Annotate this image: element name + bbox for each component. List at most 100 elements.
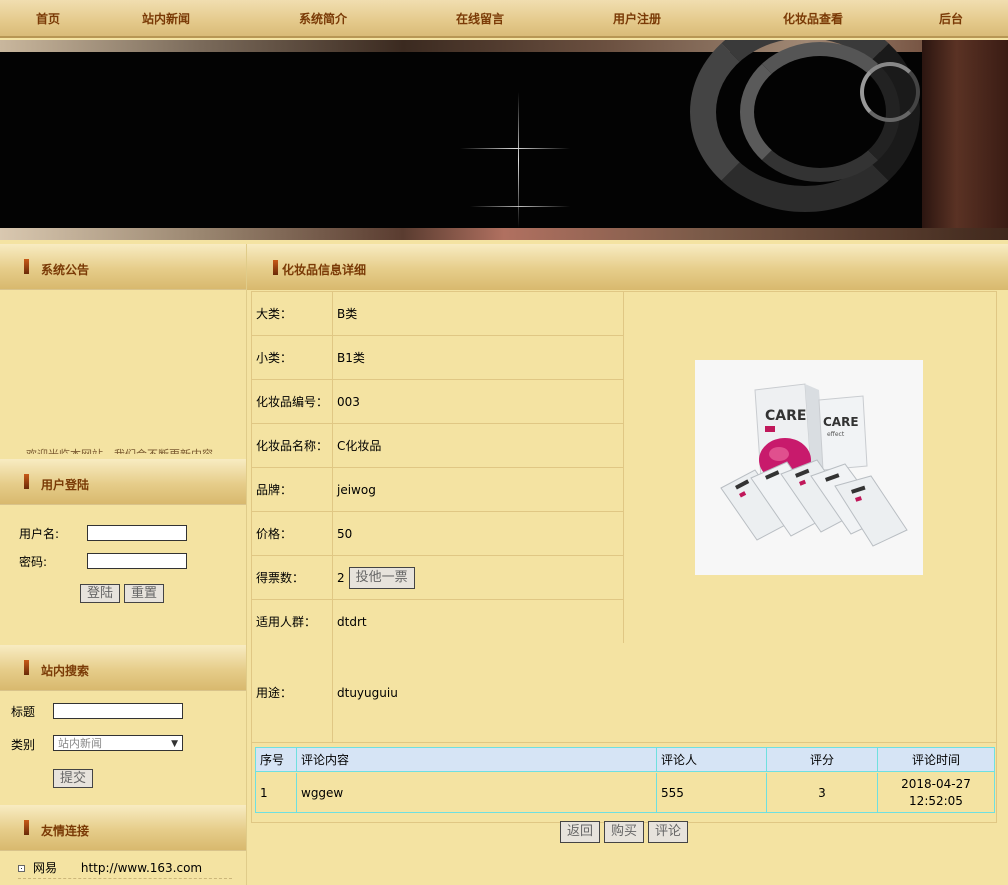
nav-about[interactable]: 系统简介 — [299, 10, 347, 27]
link-divider — [18, 878, 232, 879]
top-nav: 首页 站内新闻 系统简介 在线留言 用户注册 化妆品查看 后台 — [0, 0, 1008, 38]
vote-count: 2 — [337, 570, 345, 585]
links-bar-icon — [24, 820, 29, 835]
friend-link-item[interactable]: 网易 http://www.163.com — [18, 859, 232, 879]
nav-news[interactable]: 站内新闻 — [142, 10, 190, 27]
column-header: 评论人 — [657, 748, 767, 771]
login-bar-icon — [24, 474, 29, 489]
field-value: B类 — [337, 307, 358, 321]
search-input[interactable] — [53, 703, 183, 719]
notice-bar-icon — [24, 259, 29, 274]
column-header: 评论内容 — [297, 748, 657, 771]
field-label: 适用人群： — [252, 600, 333, 643]
login-button[interactable]: 登陆 — [80, 584, 120, 603]
detail-column-divider — [623, 292, 624, 643]
detail-row-votes: 得票数： 2 投他一票 — [252, 556, 624, 600]
field-label: 化妆品编号： — [252, 380, 333, 423]
notice-header: 系统公告 — [0, 244, 246, 290]
detail-row-price: 价格： 50 — [252, 512, 624, 556]
detail-row-category: 大类： B类 — [252, 292, 624, 336]
nav-home[interactable]: 首页 — [36, 10, 60, 27]
login-header: 用户登陆 — [0, 459, 246, 505]
comment-button[interactable]: 评论 — [648, 821, 688, 843]
login-title: 用户登陆 — [41, 478, 90, 492]
banner-right-panel — [922, 40, 1008, 240]
banner-screen — [0, 40, 922, 228]
banner-light-flare-2 — [470, 206, 570, 207]
comments-table: 序号 评论内容 评论人 评分 评论时间 1 wggew 555 3 2018-0… — [255, 747, 995, 813]
detail-row-code: 化妆品编号： 003 — [252, 380, 624, 424]
chevron-down-icon: ▼ — [171, 739, 178, 749]
field-label: 价格： — [252, 512, 333, 555]
notice-marquee: 欢迎光临本网站，我们会不断更新内容 — [26, 446, 226, 454]
comment-content: wggew — [297, 773, 657, 813]
notice-title: 系统公告 — [41, 263, 90, 277]
category-select[interactable]: 站内新闻 ▼ — [53, 735, 183, 751]
search-title: 站内搜索 — [41, 664, 90, 678]
nav-admin[interactable]: 后台 — [939, 10, 963, 27]
search-category-label: 类别 — [11, 738, 36, 752]
field-value: 50 — [337, 526, 353, 541]
username-input[interactable] — [87, 525, 187, 541]
field-value: jeiwog — [337, 482, 376, 497]
banner-light-flare-vertical — [518, 92, 519, 228]
detail-header: 化妆品信息详细 — [247, 244, 1008, 290]
password-input[interactable] — [87, 553, 187, 569]
buy-button[interactable]: 购买 — [604, 821, 644, 843]
nav-cosmetics[interactable]: 化妆品查看 — [783, 10, 843, 27]
box-brand-text: CARE — [765, 408, 806, 424]
left-sidebar: 系统公告 欢迎光临本网站，我们会不断更新内容 用户登陆 用户名: 密码: 登陆 … — [0, 244, 246, 885]
field-value: dtuyuguiu — [337, 685, 398, 700]
comment-score: 3 — [767, 773, 878, 813]
column-header: 评论时间 — [911, 753, 960, 767]
detail-row-purpose: 用途： dtuyuguiu — [252, 643, 996, 743]
svg-text:effect: effect — [827, 431, 845, 438]
field-label: 用途： — [252, 643, 333, 742]
links-title: 友情连接 — [41, 824, 90, 838]
field-value: B1类 — [337, 351, 365, 365]
nav-register[interactable]: 用户注册 — [613, 10, 661, 27]
field-value: dtdrt — [337, 614, 367, 629]
column-header: 序号 — [256, 748, 297, 771]
product-image: CARE CARE effect — [695, 360, 923, 575]
comment-time: 2018-04-27 12:52:05 — [901, 777, 971, 808]
back-button[interactable]: 返回 — [560, 821, 600, 843]
detail-table: 大类： B类 小类： B1类 化妆品编号： 003 化妆品名称： C化妆品 品牌… — [251, 291, 997, 823]
field-value: 2 投他一票 — [337, 556, 415, 599]
field-value: 003 — [337, 394, 360, 409]
detail-row-name: 化妆品名称： C化妆品 — [252, 424, 624, 468]
field-label: 品牌： — [252, 468, 333, 511]
detail-row-subcategory: 小类： B1类 — [252, 336, 624, 380]
search-submit-button[interactable]: 提交 — [53, 769, 93, 788]
field-value: C化妆品 — [337, 439, 382, 453]
password-label: 密码: — [19, 555, 48, 569]
bullet-icon — [18, 865, 25, 872]
comment-author: 555 — [657, 773, 767, 813]
field-label: 得票数： — [252, 556, 333, 599]
search-bar-icon — [24, 660, 29, 675]
detail-bar-icon — [273, 260, 278, 275]
comments-header-row: 序号 评论内容 评论人 评分 评论时间 — [256, 748, 994, 772]
svg-text:CARE: CARE — [823, 415, 859, 429]
search-keyword-label: 标题 — [11, 705, 36, 719]
username-label: 用户名: — [19, 527, 60, 541]
detail-row-audience: 适用人群： dtdrt — [252, 600, 624, 643]
field-label: 大类： — [252, 292, 333, 335]
reset-button[interactable]: 重置 — [124, 584, 164, 603]
friend-link-url[interactable]: http://www.163.com — [81, 861, 202, 875]
comment-no: 1 — [256, 773, 297, 813]
product-photo-svg: CARE CARE effect — [695, 360, 923, 575]
table-row: 1 wggew 555 3 2018-04-27 12:52:05 — [256, 773, 994, 813]
banner-ring-decoration-small — [860, 62, 920, 122]
detail-row-brand: 品牌： jeiwog — [252, 468, 624, 512]
field-label: 化妆品名称： — [252, 424, 333, 467]
links-header: 友情连接 — [0, 805, 246, 851]
detail-title: 化妆品信息详细 — [282, 263, 367, 277]
vote-button[interactable]: 投他一票 — [348, 566, 415, 589]
main-content: 化妆品信息详细 大类： B类 小类： B1类 化妆品编号： 003 化妆品名称：… — [246, 244, 1008, 885]
friend-link-name[interactable]: 网易 — [33, 861, 57, 875]
banner-bottom-strip — [0, 228, 1008, 240]
banner-light-flare — [460, 148, 570, 149]
category-selected-value: 站内新闻 — [58, 737, 102, 750]
nav-guestbook[interactable]: 在线留言 — [456, 10, 504, 27]
